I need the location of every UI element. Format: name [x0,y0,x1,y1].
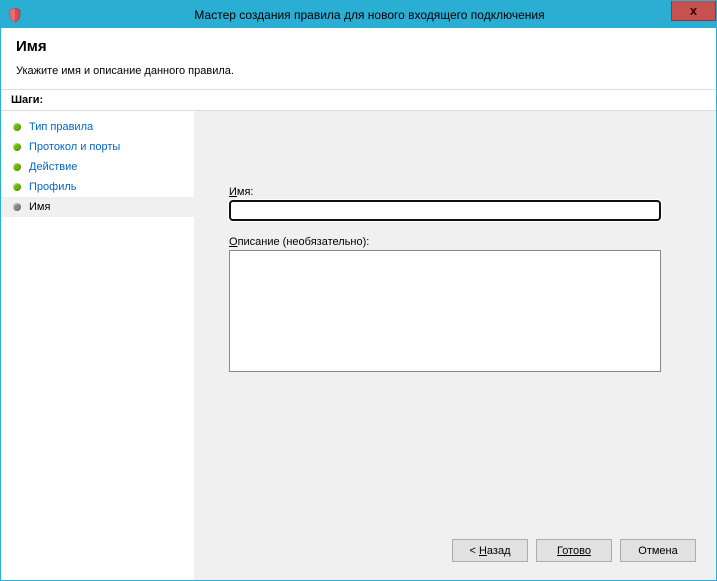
page-title: Имя [16,38,701,55]
back-button[interactable]: < Назад [452,539,528,562]
description-label: Описание (необязательно): [229,236,661,248]
bullet-icon [13,143,21,151]
bullet-icon [13,163,21,171]
sidebar-item-protocol-ports[interactable]: Протокол и порты [1,137,194,157]
sidebar-item-label: Тип правила [29,121,93,133]
titlebar: Мастер создания правила для нового входя… [1,1,716,28]
wizard-window: Мастер создания правила для нового входя… [0,0,717,581]
sidebar-item-label: Имя [29,201,50,213]
footer: < Назад Готово Отмена [194,539,716,580]
page-subtitle: Укажите имя и описание данного правила. [16,65,701,77]
sidebar-item-rule-type[interactable]: Тип правила [1,117,194,137]
sidebar-item-label: Протокол и порты [29,141,120,153]
bullet-icon [13,183,21,191]
bullet-icon [13,123,21,131]
description-input[interactable] [229,250,661,372]
name-label: Имя: [229,186,661,198]
bullet-icon [13,203,21,211]
sidebar-item-label: Действие [29,161,77,173]
sidebar-item-profile[interactable]: Профиль [1,177,194,197]
close-button[interactable]: x [671,1,716,21]
sidebar-item-action[interactable]: Действие [1,157,194,177]
finish-button[interactable]: Готово [536,539,612,562]
content-panel: Имя: Описание (необязательно): [194,111,716,539]
sidebar-item-name: Имя [1,197,194,217]
window-title: Мастер создания правила для нового входя… [23,8,716,22]
sidebar: Тип правила Протокол и порты Действие Пр… [1,111,194,580]
header-section: Имя Укажите имя и описание данного прави… [1,28,716,89]
sidebar-item-label: Профиль [29,181,77,193]
body-area: Тип правила Протокол и порты Действие Пр… [1,111,716,580]
cancel-button[interactable]: Отмена [620,539,696,562]
steps-header: Шаги: [1,89,716,111]
name-input[interactable] [229,200,661,221]
app-icon [7,7,23,23]
